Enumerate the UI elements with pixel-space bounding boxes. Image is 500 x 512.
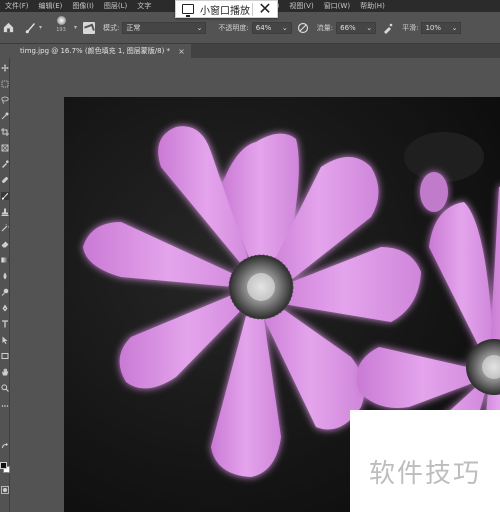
- watermark-text: 软件技巧: [368, 458, 481, 489]
- home-icon[interactable]: [2, 21, 15, 34]
- rectangle-icon[interactable]: [1, 352, 9, 360]
- brush-icon[interactable]: [1, 192, 9, 200]
- close-icon[interactable]: ✕: [257, 1, 273, 17]
- chevron-down-icon[interactable]: ▾: [39, 24, 42, 31]
- flow-label: 流量:: [316, 23, 334, 32]
- healing-icon[interactable]: [1, 176, 9, 184]
- smoothing-label: 平滑:: [402, 23, 419, 32]
- chevron-down-icon: ⌄: [451, 23, 458, 32]
- zoom-icon[interactable]: [1, 384, 9, 392]
- chevron-down-icon: ⌄: [196, 23, 203, 32]
- move-icon[interactable]: [1, 64, 9, 72]
- pen-icon[interactable]: [1, 304, 9, 312]
- more-tools-icon[interactable]: [1, 402, 9, 410]
- chevron-down-icon: ⌄: [366, 23, 373, 32]
- brush-size-value: 193: [56, 26, 66, 33]
- type-icon[interactable]: [1, 320, 9, 328]
- document-tab-title: timg.jpg @ 16.7% (颜色填充 1, 图层蒙版/8) *: [20, 47, 171, 55]
- monitor-icon: [182, 4, 194, 17]
- smoothing-value: 10%: [425, 23, 442, 32]
- menu-help[interactable]: 帮助(H): [355, 1, 390, 11]
- history-brush-icon[interactable]: [1, 224, 9, 232]
- mini-window-popup[interactable]: 小窗口播放 ✕: [175, 0, 278, 18]
- brush-preset-picker[interactable]: 193: [50, 15, 72, 40]
- mini-window-label[interactable]: 小窗口播放: [200, 2, 250, 17]
- divider: [252, 3, 253, 16]
- brush-tool-preset-icon[interactable]: [23, 21, 37, 35]
- quick-select-icon[interactable]: [1, 112, 9, 120]
- menu-edit[interactable]: 编辑(E): [34, 1, 68, 11]
- marquee-icon[interactable]: [1, 80, 9, 88]
- gradient-icon[interactable]: [1, 256, 9, 264]
- lasso-icon[interactable]: [1, 96, 9, 104]
- brush-tip-icon: [56, 15, 66, 25]
- mode-value: 正常: [126, 23, 141, 32]
- airbrush-icon[interactable]: [382, 22, 394, 34]
- menu-type[interactable]: 文字: [132, 1, 156, 11]
- crop-icon[interactable]: [1, 128, 9, 136]
- swap-colors-icon[interactable]: [1, 442, 9, 450]
- tools-panel: [0, 58, 10, 512]
- eyedropper-icon[interactable]: [1, 160, 9, 168]
- foreground-color-swatch[interactable]: [0, 462, 7, 469]
- pressure-opacity-icon[interactable]: [297, 22, 309, 34]
- flow-field[interactable]: 66% ⌄: [336, 21, 377, 34]
- dodge-icon[interactable]: [1, 288, 9, 296]
- mode-label: 模式:: [103, 23, 120, 32]
- menu-window[interactable]: 窗口(W): [319, 1, 355, 11]
- frame-icon[interactable]: [1, 144, 9, 152]
- chevron-down-icon[interactable]: ▾: [74, 24, 77, 31]
- menu-view[interactable]: 视图(V): [284, 1, 318, 11]
- hand-icon[interactable]: [1, 368, 9, 376]
- clone-stamp-icon[interactable]: [1, 208, 9, 216]
- document-tab[interactable]: timg.jpg @ 16.7% (颜色填充 1, 图层蒙版/8) * ×: [14, 44, 191, 58]
- opacity-field[interactable]: 64% ⌄: [251, 21, 292, 34]
- opacity-label: 不透明度:: [218, 23, 249, 32]
- photoshop-window: 文件(F) 编辑(E) 图像(I) 图层(L) 文字 D) 视图(V) 窗口(W…: [0, 0, 500, 512]
- watermark-box: 软件技巧: [350, 410, 500, 512]
- mode-select[interactable]: 正常 ⌄: [122, 21, 207, 34]
- path-select-icon[interactable]: [1, 336, 9, 344]
- blur-icon[interactable]: [1, 272, 9, 280]
- document-tab-bar: timg.jpg @ 16.7% (颜色填充 1, 图层蒙版/8) * ×: [14, 44, 500, 58]
- chevron-down-icon: ⌄: [281, 23, 288, 32]
- eraser-icon[interactable]: [1, 240, 9, 248]
- opacity-value: 64%: [255, 23, 272, 32]
- flow-value: 66%: [340, 23, 356, 32]
- quick-mask-icon[interactable]: [1, 486, 9, 494]
- menu-image[interactable]: 图像(I): [67, 1, 99, 11]
- close-tab-icon[interactable]: ×: [178, 47, 185, 56]
- menu-layer[interactable]: 图层(L): [99, 1, 132, 11]
- smoothing-field[interactable]: 10% ⌄: [421, 21, 462, 34]
- brush-settings-panel-icon[interactable]: [83, 21, 96, 34]
- menu-file[interactable]: 文件(F): [0, 1, 34, 11]
